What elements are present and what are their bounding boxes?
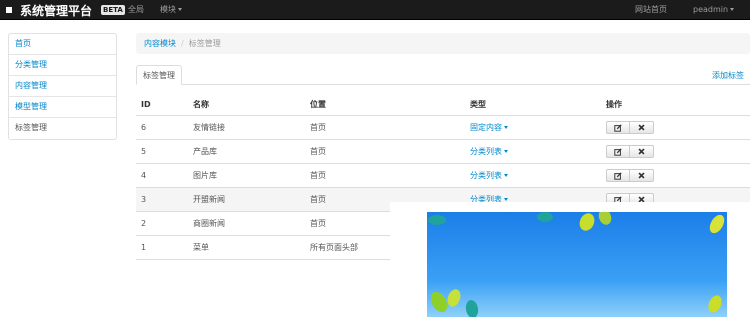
breadcrumb-parent-link[interactable]: 内容模块 (144, 39, 176, 48)
breadcrumb-separator: / (181, 39, 184, 48)
edit-icon (614, 147, 622, 156)
row-position: 首页 (310, 195, 326, 204)
sidebar-item-models[interactable]: 模型管理 (9, 97, 116, 118)
row-position: 首页 (310, 171, 326, 180)
type-label: 分类列表 (470, 171, 502, 180)
sidebar: 首页 分类管理 内容管理 模型管理 标签管理 (8, 33, 117, 140)
row-position: 首页 (310, 219, 326, 228)
caret-down-icon (730, 8, 735, 11)
caret-down-icon (178, 8, 182, 11)
row-position: 首页 (310, 123, 326, 132)
type-dropdown[interactable]: 固定内容 (470, 116, 508, 139)
row-actions (606, 140, 654, 163)
row-position: 所有页面头部 (310, 243, 358, 252)
row-id: 4 (141, 171, 147, 180)
table-row: 6 友情链接 首页 固定内容 (136, 116, 750, 140)
edit-button[interactable] (606, 145, 630, 158)
header-position: 位置 (310, 100, 326, 109)
nav-global[interactable]: 全局 (128, 0, 144, 20)
menu-square-icon (6, 7, 12, 13)
type-label: 分类列表 (470, 147, 502, 156)
table-row: 5 产品库 首页 分类列表 (136, 140, 750, 164)
row-name: 产品库 (193, 147, 217, 156)
user-menu-dropdown[interactable]: peadmin (693, 0, 735, 20)
leaves-decoration (428, 212, 725, 317)
row-id: 6 (141, 123, 147, 132)
sidebar-item-home[interactable]: 首页 (9, 34, 116, 55)
add-tag-link[interactable]: 添加标签 (712, 70, 744, 81)
header-type: 类型 (470, 100, 486, 109)
banner-image[interactable] (427, 212, 727, 317)
delete-button[interactable] (630, 145, 654, 158)
row-name: 菜单 (193, 243, 209, 252)
row-name: 商圈新闻 (193, 219, 225, 228)
caret-down-icon (504, 174, 508, 177)
row-name: 友情链接 (193, 123, 225, 132)
nav-modules-dropdown[interactable]: 模块 (160, 0, 182, 20)
tab-divider (136, 84, 750, 85)
breadcrumb-current: 标签管理 (188, 39, 221, 48)
sidebar-item-categories[interactable]: 分类管理 (9, 55, 116, 76)
caret-down-icon (504, 198, 508, 201)
table-header: ID 名称 位置 类型 操作 (136, 94, 750, 116)
nav-modules-label: 模块 (160, 5, 176, 14)
row-name: 开盟新闻 (193, 195, 225, 204)
delete-icon (638, 148, 645, 155)
row-actions (606, 116, 654, 139)
type-dropdown[interactable]: 分类列表 (470, 140, 508, 163)
type-dropdown[interactable]: 分类列表 (470, 164, 508, 187)
row-id: 1 (141, 243, 147, 252)
sidebar-item-tags[interactable]: 标签管理 (9, 118, 116, 139)
tab-tag-management[interactable]: 标签管理 (136, 65, 182, 85)
user-name: peadmin (693, 5, 729, 14)
breadcrumb: 内容模块 / 标签管理 (136, 33, 750, 54)
type-label: 固定内容 (470, 123, 502, 132)
row-id: 3 (141, 195, 147, 204)
edit-icon (614, 123, 622, 132)
header-name: 名称 (193, 100, 209, 109)
delete-icon (638, 124, 645, 131)
banner-overlay (390, 202, 750, 317)
delete-button[interactable] (630, 169, 654, 182)
row-id: 5 (141, 147, 147, 156)
row-actions (606, 164, 654, 187)
row-position: 首页 (310, 147, 326, 156)
table-row: 4 图片库 首页 分类列表 (136, 164, 750, 188)
delete-icon (638, 172, 645, 179)
header-ops: 操作 (606, 100, 622, 109)
edit-button[interactable] (606, 169, 630, 182)
nav-global-label: 全局 (128, 5, 144, 14)
nav-site-home[interactable]: 网站首页 (635, 0, 667, 20)
top-navbar: 系统管理平台 BETA 全局 模块 网站首页 peadmin (0, 0, 750, 20)
brand-title: 系统管理平台 (20, 3, 93, 18)
caret-down-icon (504, 126, 508, 129)
row-id: 2 (141, 219, 147, 228)
caret-down-icon (504, 150, 508, 153)
beta-badge: BETA (101, 5, 125, 15)
row-name: 图片库 (193, 171, 217, 180)
header-id: ID (141, 100, 151, 109)
sidebar-item-content[interactable]: 内容管理 (9, 76, 116, 97)
delete-button[interactable] (630, 121, 654, 134)
nav-site-home-label: 网站首页 (635, 5, 667, 14)
brand[interactable]: 系统管理平台 BETA (5, 2, 125, 18)
edit-icon (614, 171, 622, 180)
edit-button[interactable] (606, 121, 630, 134)
